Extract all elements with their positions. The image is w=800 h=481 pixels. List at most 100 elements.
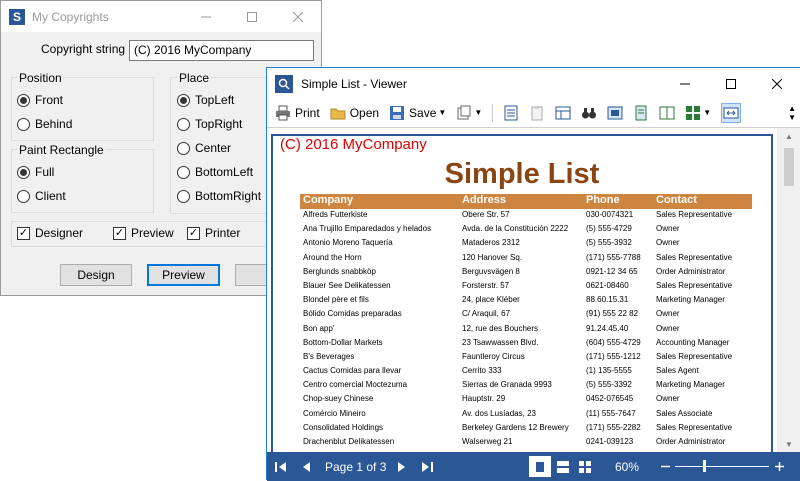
- radio-dot-behind: [17, 117, 30, 131]
- export-button[interactable]: ▼: [456, 105, 482, 121]
- radio-place-bottomright[interactable]: BottomRight: [177, 189, 261, 203]
- cell-address: Berguvsvägen 8: [462, 266, 520, 276]
- cell-phone: (171) 555-7788: [586, 252, 641, 262]
- find-button[interactable]: [581, 105, 597, 121]
- cell-address: Walserweg 21: [462, 437, 513, 446]
- two-pages-button[interactable]: [659, 105, 675, 121]
- scroll-thumb[interactable]: [784, 148, 794, 186]
- minimize-button[interactable]: [183, 1, 229, 32]
- radio-dot-bottomright: [177, 189, 190, 203]
- page-width-icon: [635, 105, 647, 120]
- page-width-button[interactable]: [633, 105, 649, 121]
- cell-company: Blauer See Delikatessen: [303, 280, 391, 290]
- design-button[interactable]: Design: [60, 264, 132, 286]
- table-row: Cactus Comidas para llevar Cerrito 333 (1)…: [300, 366, 752, 380]
- viewer-status-bar: Page 1 of 3 60%: [267, 452, 800, 481]
- table-row: Bon app' 12, rue des Bouchers 91.24.45.40 O…: [300, 324, 752, 338]
- radio-dot-bottomleft: [177, 165, 190, 179]
- toolbar-overflow-icon[interactable]: ▲ ▼: [788, 104, 796, 122]
- open-button[interactable]: Open: [330, 105, 379, 121]
- cell-contact: Sales Agent: [656, 366, 699, 376]
- vertical-scrollbar[interactable]: ▲ ▼: [777, 128, 800, 452]
- preview-button[interactable]: Preview: [147, 264, 220, 286]
- cell-phone: 0621-08460: [586, 280, 629, 290]
- viewer-close-button[interactable]: [754, 68, 800, 99]
- toolbar-separator: [492, 103, 494, 122]
- scroll-down-icon[interactable]: ▼: [777, 440, 800, 449]
- next-page-icon: [398, 461, 405, 472]
- cell-address: 24, place Kléber: [462, 295, 520, 305]
- table-row: Bólido Comidas preparadas C/ Araquil, 67 (…: [300, 309, 752, 323]
- viewer-maximize-button[interactable]: [708, 68, 754, 99]
- cell-company: Alfreds Futterkiste: [303, 210, 368, 219]
- maximize-button[interactable]: [229, 1, 275, 32]
- cell-address: 120 Hanover Sq.: [462, 252, 523, 262]
- checkbox-designer[interactable]: ✓ Designer: [17, 226, 83, 240]
- radio-paint-full[interactable]: Full: [17, 165, 54, 179]
- radio-label-bottomleft: BottomLeft: [195, 165, 254, 179]
- close-button[interactable]: [275, 1, 321, 32]
- columns-button[interactable]: [555, 105, 571, 121]
- multi-pages-button[interactable]: ▼: [685, 105, 711, 121]
- previous-page-button[interactable]: [301, 452, 311, 481]
- facing-view-button[interactable]: [579, 452, 591, 481]
- radio-position-front[interactable]: Front: [17, 93, 63, 107]
- table-row: Blauer See Delikatessen Forsterstr. 57 062…: [300, 281, 752, 295]
- radio-dot-full: [17, 165, 30, 179]
- cell-address: 12, rue des Bouchers: [462, 323, 539, 333]
- last-page-button[interactable]: [421, 452, 433, 481]
- checkbox-preview[interactable]: ✓ Preview: [113, 226, 174, 240]
- table-icon: [555, 106, 571, 119]
- dropdown-arrow-icon: ▼: [474, 108, 483, 117]
- continuous-view-button[interactable]: [557, 452, 569, 481]
- radio-position-behind[interactable]: Behind: [17, 117, 72, 131]
- radio-paint-client[interactable]: Client: [17, 189, 66, 203]
- checkbox-printer[interactable]: ✓ Printer: [187, 226, 240, 240]
- cell-company: Consolidated Holdings: [303, 422, 384, 432]
- column-header-company: Company: [303, 194, 354, 206]
- cell-phone: 88.60.15.31: [586, 295, 629, 305]
- facing-view-icon: [579, 460, 591, 473]
- save-button[interactable]: Save ▼: [389, 105, 446, 121]
- cell-contact: Accounting Manager: [656, 337, 730, 347]
- page-setup-button[interactable]: [503, 105, 519, 121]
- single-page-view-button[interactable]: [529, 456, 551, 477]
- first-page-button[interactable]: [275, 452, 287, 481]
- maximize-icon: [726, 78, 736, 89]
- plus-icon: [775, 462, 784, 471]
- zoom-slider-track[interactable]: [675, 466, 769, 467]
- cell-contact: Order Administrator: [656, 437, 726, 446]
- zoom-percent: 60%: [615, 459, 640, 474]
- zoom-slider-thumb[interactable]: [703, 460, 707, 472]
- column-header-phone: Phone: [586, 194, 620, 206]
- radio-place-topright[interactable]: TopRight: [177, 117, 242, 131]
- radio-place-topleft[interactable]: TopLeft: [177, 93, 234, 107]
- print-button[interactable]: Print: [275, 105, 320, 121]
- export-icon: [457, 105, 471, 119]
- cell-company: Drachenblut Delikatessen: [303, 437, 395, 446]
- radio-dot-center: [177, 141, 190, 155]
- radio-place-bottomleft[interactable]: BottomLeft: [177, 165, 253, 179]
- zoom-out-button[interactable]: [661, 452, 670, 481]
- previous-page-icon: [303, 461, 310, 472]
- copyright-string-input[interactable]: (C) 2016 MyCompany: [129, 40, 314, 61]
- single-page-button[interactable]: [607, 105, 623, 121]
- table-row: B's Beverages Fauntleroy Circus (171) 555-…: [300, 352, 752, 366]
- radio-place-center[interactable]: Center: [177, 141, 231, 155]
- two-pages-icon: [659, 106, 675, 119]
- cell-company: Bólido Comidas preparadas: [303, 309, 402, 319]
- cell-address: Cerrito 333: [462, 366, 502, 376]
- clipboard-button[interactable]: [529, 105, 545, 121]
- cell-phone: (5) 555-3932: [586, 238, 632, 248]
- next-page-button[interactable]: [397, 452, 407, 481]
- multi-pages-icon: [686, 105, 701, 120]
- print-label: Print: [295, 105, 320, 120]
- continuous-view-icon: [557, 460, 569, 473]
- zoom-in-button[interactable]: [775, 452, 784, 481]
- fit-page-button[interactable]: [721, 102, 742, 123]
- viewer-toolbar: Print Open Save ▼ ▼ ▼ ▲ ▼: [267, 100, 800, 125]
- viewer-minimize-button[interactable]: [662, 68, 708, 99]
- radio-label-bottomright: BottomRight: [195, 189, 262, 203]
- cell-company: Chop-suey Chinese: [303, 394, 374, 404]
- scroll-up-icon[interactable]: ▲: [777, 132, 800, 141]
